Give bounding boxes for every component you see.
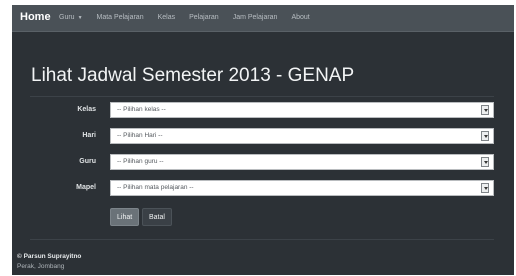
- nav-item-jam-pelajaran-label: Jam Pelajaran: [232, 14, 278, 21]
- mapel-label: Mapel: [76, 184, 96, 191]
- top-navbar: Home Guru ▼ Mata Pelajaran Kelas Pelajara…: [12, 5, 514, 32]
- hari-select-value: -- Pilihan Hari --: [117, 132, 163, 139]
- dropdown-arrow-icon[interactable]: [481, 105, 489, 115]
- page-title: Lihat Jadwal Semester 2013 - GENAP: [31, 65, 355, 86]
- nav-item-kelas-label: Kelas: [157, 14, 176, 21]
- kelas-label: Kelas: [77, 106, 96, 113]
- app-window: Home Guru ▼ Mata Pelajaran Kelas Pelajara…: [12, 5, 514, 275]
- footer-divider: [30, 239, 494, 240]
- nav-item-pelajaran[interactable]: Pelajaran: [182, 5, 226, 31]
- nav-item-about-label: About: [291, 14, 310, 21]
- dropdown-arrow-icon[interactable]: [481, 183, 489, 193]
- kelas-select[interactable]: -- Pilihan kelas --: [110, 102, 494, 118]
- nav-brand-home[interactable]: Home: [20, 11, 51, 23]
- guru-label: Guru: [79, 158, 96, 165]
- hari-label: Hari: [82, 132, 96, 139]
- nav-item-guru-label: Guru: [59, 14, 75, 21]
- hari-select[interactable]: -- Pilihan Hari --: [110, 128, 494, 144]
- nav-item-mata-pelajaran[interactable]: Mata Pelajaran: [90, 5, 151, 31]
- chevron-down-icon: ▼: [77, 15, 83, 21]
- nav-item-mata-pelajaran-label: Mata Pelajaran: [96, 14, 144, 21]
- kelas-select-value: -- Pilihan kelas --: [117, 106, 166, 113]
- mapel-select[interactable]: -- Pilihan mata pelajaran --: [110, 180, 494, 196]
- nav-item-pelajaran-label: Pelajaran: [189, 14, 219, 21]
- guru-select-value: -- Pilihan guru --: [117, 158, 164, 165]
- mapel-select-value: -- Pilihan mata pelajaran --: [117, 184, 194, 191]
- nav-item-about[interactable]: About: [284, 5, 316, 31]
- lihat-button[interactable]: Lihat: [110, 208, 140, 226]
- nav-item-jam-pelajaran[interactable]: Jam Pelajaran: [226, 5, 285, 31]
- dropdown-arrow-icon[interactable]: [481, 131, 489, 141]
- form-row-mapel: Mapel -- Pilihan mata pelajaran --: [12, 179, 514, 199]
- nav-item-kelas[interactable]: Kelas: [151, 5, 183, 31]
- batal-button[interactable]: Batal: [142, 208, 172, 226]
- form-row-guru: Guru -- Pilihan guru --: [12, 153, 514, 173]
- footer-author: © Parsun Suprayitno: [17, 253, 82, 260]
- title-divider: [30, 96, 494, 97]
- dropdown-arrow-icon[interactable]: [481, 157, 489, 167]
- form-row-kelas: Kelas -- Pilihan kelas --: [12, 101, 514, 121]
- nav-item-guru[interactable]: Guru ▼: [52, 5, 90, 31]
- nav-menu: Guru ▼ Mata Pelajaran Kelas Pelajaran Jam…: [52, 5, 317, 31]
- guru-select[interactable]: -- Pilihan guru --: [110, 154, 494, 170]
- form-row-hari: Hari -- Pilihan Hari --: [12, 127, 514, 147]
- footer-location: Perak, Jombang: [17, 263, 65, 270]
